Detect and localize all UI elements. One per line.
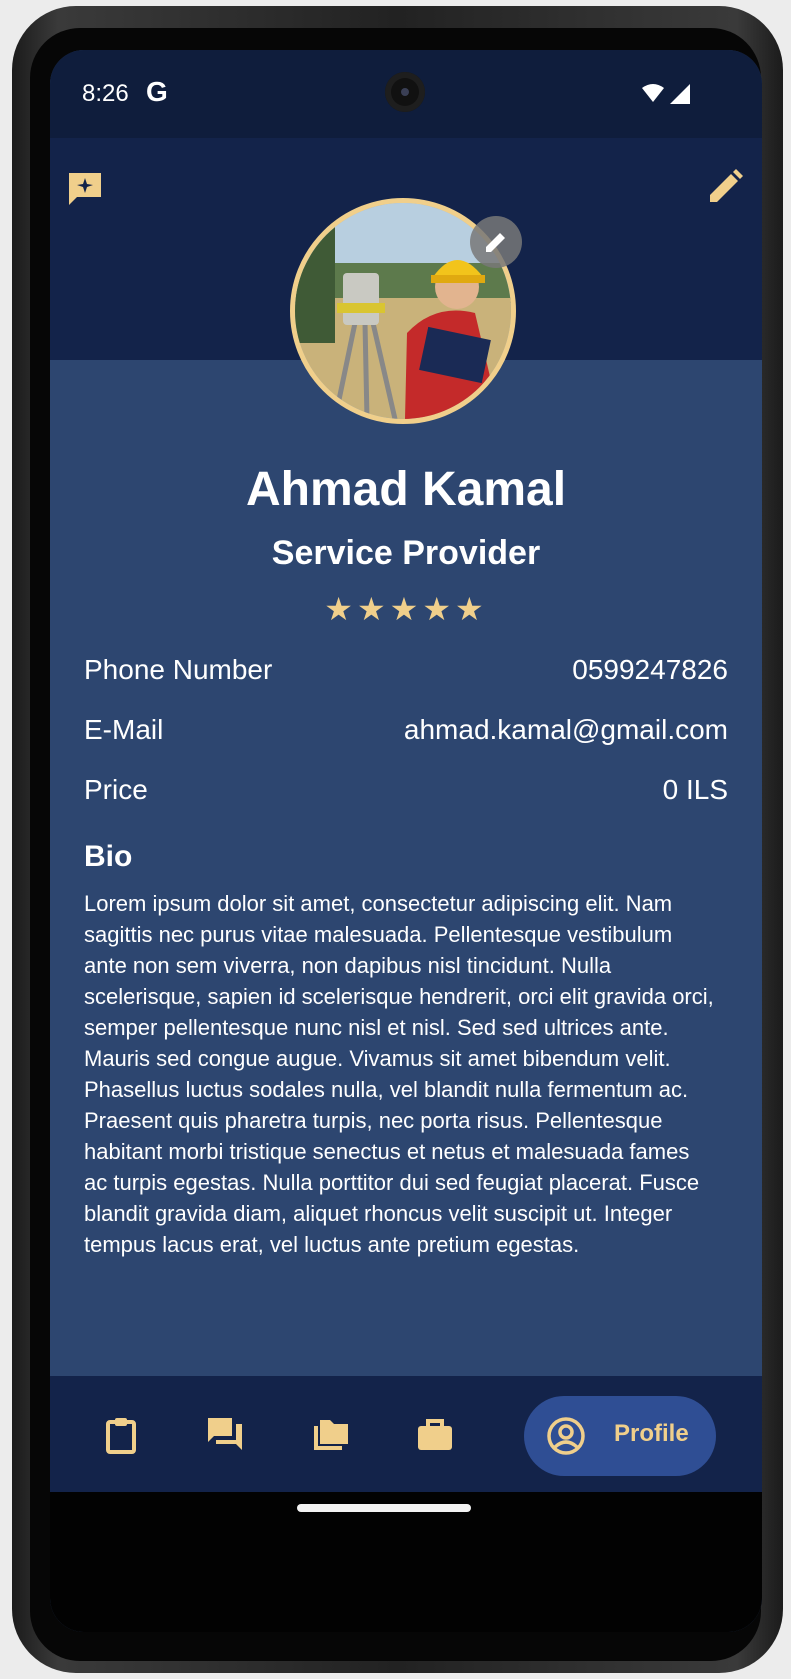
nav-folders[interactable] [312, 1416, 350, 1454]
status-time: 8:26 [82, 80, 129, 107]
edit-profile-button[interactable] [706, 168, 744, 206]
status-icons [640, 82, 692, 111]
ai-chat-button[interactable] [66, 170, 104, 208]
email-row: E-Mail ahmad.kamal@gmail.com [84, 714, 728, 754]
chat-icon [208, 1418, 242, 1450]
nav-clipboard[interactable] [102, 1416, 140, 1454]
briefcase-icon [418, 1419, 452, 1450]
front-camera [385, 72, 425, 112]
rating-stars: ★★★★★ [324, 591, 488, 627]
profile-name: Ahmad Kamal [245, 463, 567, 516]
screen: 8:26 G Ahmad Kamal Service Provider ★★★★… [50, 50, 762, 1632]
bio-text: Lorem ipsum dolor sit amet, consectetur … [84, 891, 714, 1257]
ai-chat-icon [69, 173, 101, 205]
email-value: ahmad.kamal@gmail.com [403, 714, 728, 745]
phone-label: Phone Number [84, 654, 273, 685]
phone-value: 0599247826 [572, 654, 728, 685]
phone-row: Phone Number 0599247826 [84, 654, 728, 694]
price-label: Price [84, 774, 148, 805]
home-gesture-bar[interactable] [297, 1504, 471, 1512]
account-circle-icon [547, 1417, 585, 1455]
bottom-nav: Profile [50, 1376, 762, 1492]
google-icon: G [146, 76, 168, 107]
price-row: Price 0 ILS [84, 774, 728, 814]
nav-profile-label: Profile [614, 1420, 689, 1447]
nav-profile[interactable]: Profile [524, 1396, 716, 1476]
price-value: 0 ILS [662, 774, 728, 805]
pencil-icon [710, 169, 743, 202]
nav-chat[interactable] [206, 1416, 244, 1454]
nav-briefcase[interactable] [416, 1416, 454, 1454]
cell-signal-icon [670, 84, 690, 104]
email-label: E-Mail [84, 714, 164, 745]
folders-icon [314, 1420, 348, 1450]
gesture-area [50, 1492, 762, 1632]
pencil-icon [486, 233, 505, 252]
clipboard-icon [106, 1418, 136, 1454]
bio-title: Bio [84, 840, 133, 873]
avatar-edit-button[interactable] [470, 216, 522, 268]
status-bar: 8:26 G [50, 50, 762, 138]
profile-role: Service Provider [271, 534, 541, 572]
wifi-icon [642, 84, 690, 104]
